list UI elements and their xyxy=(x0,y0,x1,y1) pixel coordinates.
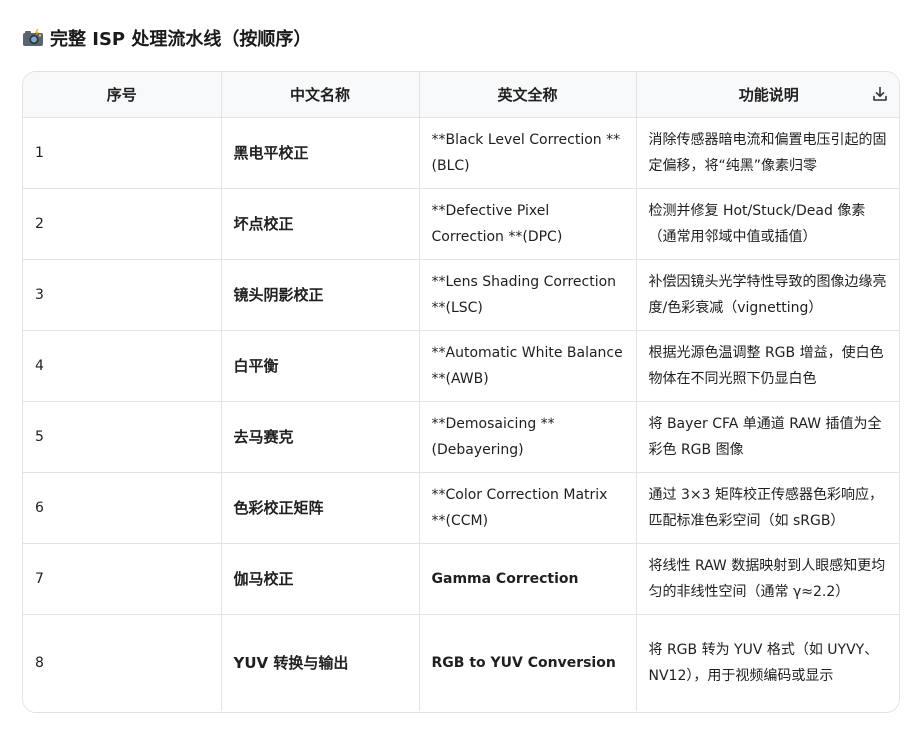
row-en-name: RGB to YUV Conversion xyxy=(419,614,637,711)
row-cn-name: 黑电平校正 xyxy=(221,117,420,189)
table-row: 7 伽马校正 Gamma Correction 将线性 RAW 数据映射到人眼感… xyxy=(23,543,899,615)
page-heading: 完整 ISP 处理流水线（按顺序） xyxy=(22,24,311,52)
row-index: 4 xyxy=(23,330,222,402)
header-index: 序号 xyxy=(23,72,222,118)
row-description: 补偿因镜头光学特性导致的图像边缘亮度/色彩衰减（vignetting） xyxy=(636,259,899,331)
row-index: 8 xyxy=(23,614,222,711)
row-index: 7 xyxy=(23,543,222,615)
row-description: 将 Bayer CFA 单通道 RAW 插值为全彩色 RGB 图像 xyxy=(636,401,899,473)
row-cn-name: 镜头阴影校正 xyxy=(221,259,420,331)
row-description: 通过 3×3 矩阵校正传感器色彩响应，匹配标准色彩空间（如 sRGB） xyxy=(636,472,899,544)
row-cn-name: 去马赛克 xyxy=(221,401,420,473)
table-row: 1 黑电平校正 **Black Level Correction **(BLC)… xyxy=(23,117,899,189)
header-cn-name: 中文名称 xyxy=(221,72,420,118)
row-index: 5 xyxy=(23,401,222,473)
table-row: 6 色彩校正矩阵 **Color Correction Matrix **(CC… xyxy=(23,472,899,544)
row-description: 消除传感器暗电流和偏置电压引起的固定偏移，将“纯黑”像素归零 xyxy=(636,117,899,189)
row-index: 6 xyxy=(23,472,222,544)
row-description: 检测并修复 Hot/Stuck/Dead 像素（通常用邻域中值或插值） xyxy=(636,188,899,260)
download-icon[interactable] xyxy=(871,85,889,103)
row-en-name: **Lens Shading Correction **(LSC) xyxy=(419,259,637,331)
row-cn-name: 色彩校正矩阵 xyxy=(221,472,420,544)
row-description: 将 RGB 转为 YUV 格式（如 UYVY、NV12），用于视频编码或显示 xyxy=(648,641,879,684)
table-row: 4 白平衡 **Automatic White Balance **(AWB) … xyxy=(23,330,899,402)
row-cn-name: 坏点校正 xyxy=(221,188,420,260)
header-en-name: 英文全称 xyxy=(419,72,637,118)
table-header-row: 序号 中文名称 英文全称 功能说明 xyxy=(23,72,899,118)
row-index: 3 xyxy=(23,259,222,331)
row-cn-name: 伽马校正 xyxy=(221,543,420,615)
row-cn-name: 白平衡 xyxy=(221,330,420,402)
header-description: 功能说明 xyxy=(636,72,899,118)
row-en-name: **Defective Pixel Correction **(DPC) xyxy=(419,188,637,260)
table-row: 3 镜头阴影校正 **Lens Shading Correction **(LS… xyxy=(23,259,899,331)
row-description: 根据光源色温调整 RGB 增益，使白色物体在不同光照下仍显白色 xyxy=(636,330,899,402)
row-en-name: **Automatic White Balance **(AWB) xyxy=(419,330,637,402)
row-description: 将线性 RAW 数据映射到人眼感知更均匀的非线性空间（通常 γ≈2.2） xyxy=(636,543,899,615)
row-en-name: **Color Correction Matrix **(CCM) xyxy=(419,472,637,544)
row-index: 1 xyxy=(23,117,222,189)
row-index: 2 xyxy=(23,188,222,260)
table-row: 8 YUV 转换与输出 RGB to YUV Conversion 将 RGB … xyxy=(23,614,899,711)
row-cn-name: YUV 转换与输出 xyxy=(221,614,420,711)
header-description-label: 功能说明 xyxy=(738,85,799,104)
table-row: 2 坏点校正 **Defective Pixel Correction **(D… xyxy=(23,188,899,260)
row-en-name: **Black Level Correction **(BLC) xyxy=(419,117,637,189)
row-en-name: Gamma Correction xyxy=(419,543,637,615)
heading-text: 完整 ISP 处理流水线（按顺序） xyxy=(50,29,312,50)
table-row: 5 去马赛克 **Demosaicing **(Debayering) 将 Ba… xyxy=(23,401,899,473)
row-en-name: **Demosaicing **(Debayering) xyxy=(419,401,637,473)
isp-pipeline-table: 序号 中文名称 英文全称 功能说明 1 黑电平校正 **Black Level … xyxy=(22,71,900,713)
camera-flash-icon xyxy=(22,29,44,47)
